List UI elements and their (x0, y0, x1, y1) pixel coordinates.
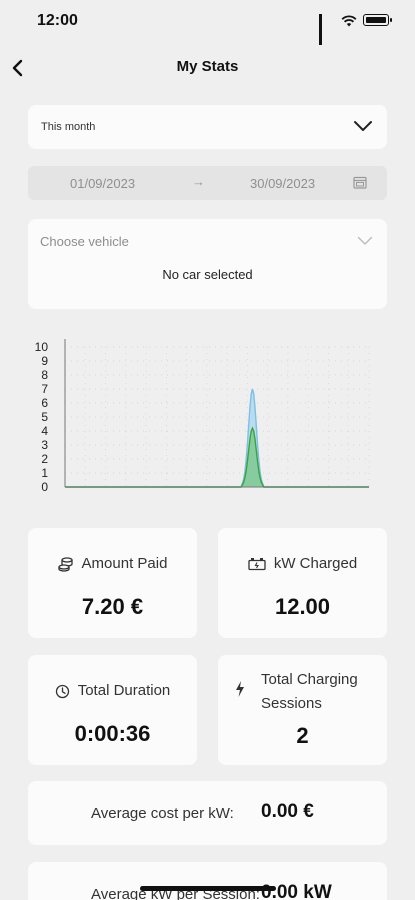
vehicle-select-label: Choose vehicle (40, 234, 129, 249)
chevron-down-icon (357, 236, 373, 245)
status-bar: 12:00 (0, 0, 415, 45)
stat-value-total-duration: 0:00:36 (74, 721, 151, 746)
chart-y-tick-label: 5 (41, 410, 48, 424)
avg-kw-per-session-value: 0.00 kW (261, 882, 332, 900)
battery-icon (248, 558, 266, 571)
vehicle-select-value: No car selected (162, 267, 253, 282)
stat-value-kw-charged: 12.00 (274, 594, 331, 619)
wifi-icon (341, 14, 357, 27)
period-select[interactable]: This month (28, 105, 387, 149)
avg-cost-per-kw-value: 0.00 € (261, 801, 314, 822)
chart-y-tick-label: 8 (41, 368, 48, 382)
chart-y-tick-label: 9 (41, 354, 48, 368)
chart-y-tick-label: 6 (41, 396, 48, 410)
stat-label-text: Amount Paid (81, 555, 168, 572)
stat-card-total-sessions: Total Charging Sessions 2 (218, 655, 387, 765)
chart-series-area (65, 389, 369, 487)
calendar-icon (353, 176, 367, 189)
stat-card-amount-paid: Amount Paid 7.20 € (28, 528, 197, 638)
signal-icon (319, 14, 335, 45)
chart-y-tick-label: 1 (41, 466, 48, 480)
chart-y-tick-label: 2 (41, 452, 48, 466)
chart-y-tick-label: 0 (41, 480, 48, 494)
page-title: My Stats (176, 58, 239, 75)
period-select-value: This month (41, 121, 96, 133)
stat-label-total-sessions: Total Charging Sessions (261, 671, 358, 712)
status-icons (319, 14, 392, 45)
stat-label-total-duration: Total Duration (28, 682, 197, 699)
avg-cost-per-kw-row: Average cost per kW: 0.00 € (28, 781, 387, 845)
stat-value-total-sessions: 2 (296, 723, 309, 748)
chart-series-line (65, 426, 369, 488)
stat-card-kw-charged: kW Charged 12.00 (218, 528, 387, 638)
chart-series-area (65, 428, 369, 487)
stat-label-kw-charged: kW Charged (218, 555, 387, 572)
date-range-arrow: → (192, 174, 205, 189)
stat-label-text: kW Charged (273, 555, 358, 572)
nav-bar: My Stats (0, 50, 415, 86)
stat-label-amount-paid: Amount Paid (28, 555, 197, 572)
chart-y-tick-label: 4 (41, 424, 48, 438)
battery-status-icon (363, 14, 392, 26)
date-to: 30/09/2023 (250, 176, 316, 191)
chart-y-tick-label: 3 (41, 438, 48, 452)
coins-icon (57, 557, 73, 572)
charging-chart: 109876543210 (35, 339, 370, 494)
vehicle-select[interactable]: Choose vehicle No car selected (28, 219, 387, 309)
clock-icon (55, 684, 69, 698)
chart-y-tick-label: 10 (35, 340, 49, 354)
stat-label-text: Total Duration (77, 682, 171, 699)
status-time: 12:00 (37, 12, 78, 29)
bolt-icon (236, 681, 244, 697)
date-range-field[interactable]: 01/09/2023 → 30/09/2023 (28, 166, 387, 200)
date-from: 01/09/2023 (70, 176, 136, 191)
avg-cost-per-kw-label: Average cost per kW: (91, 805, 234, 822)
chevron-down-icon (354, 121, 372, 131)
stat-value-amount-paid: 7.20 € (81, 594, 144, 619)
home-indicator (140, 886, 276, 891)
chart-series-line (65, 388, 369, 488)
chart-y-tick-label: 7 (41, 382, 48, 396)
avg-kw-per-session-row: Average kW per Session: 0.00 kW (28, 862, 387, 900)
stat-card-total-duration: Total Duration 0:00:36 (28, 655, 197, 765)
